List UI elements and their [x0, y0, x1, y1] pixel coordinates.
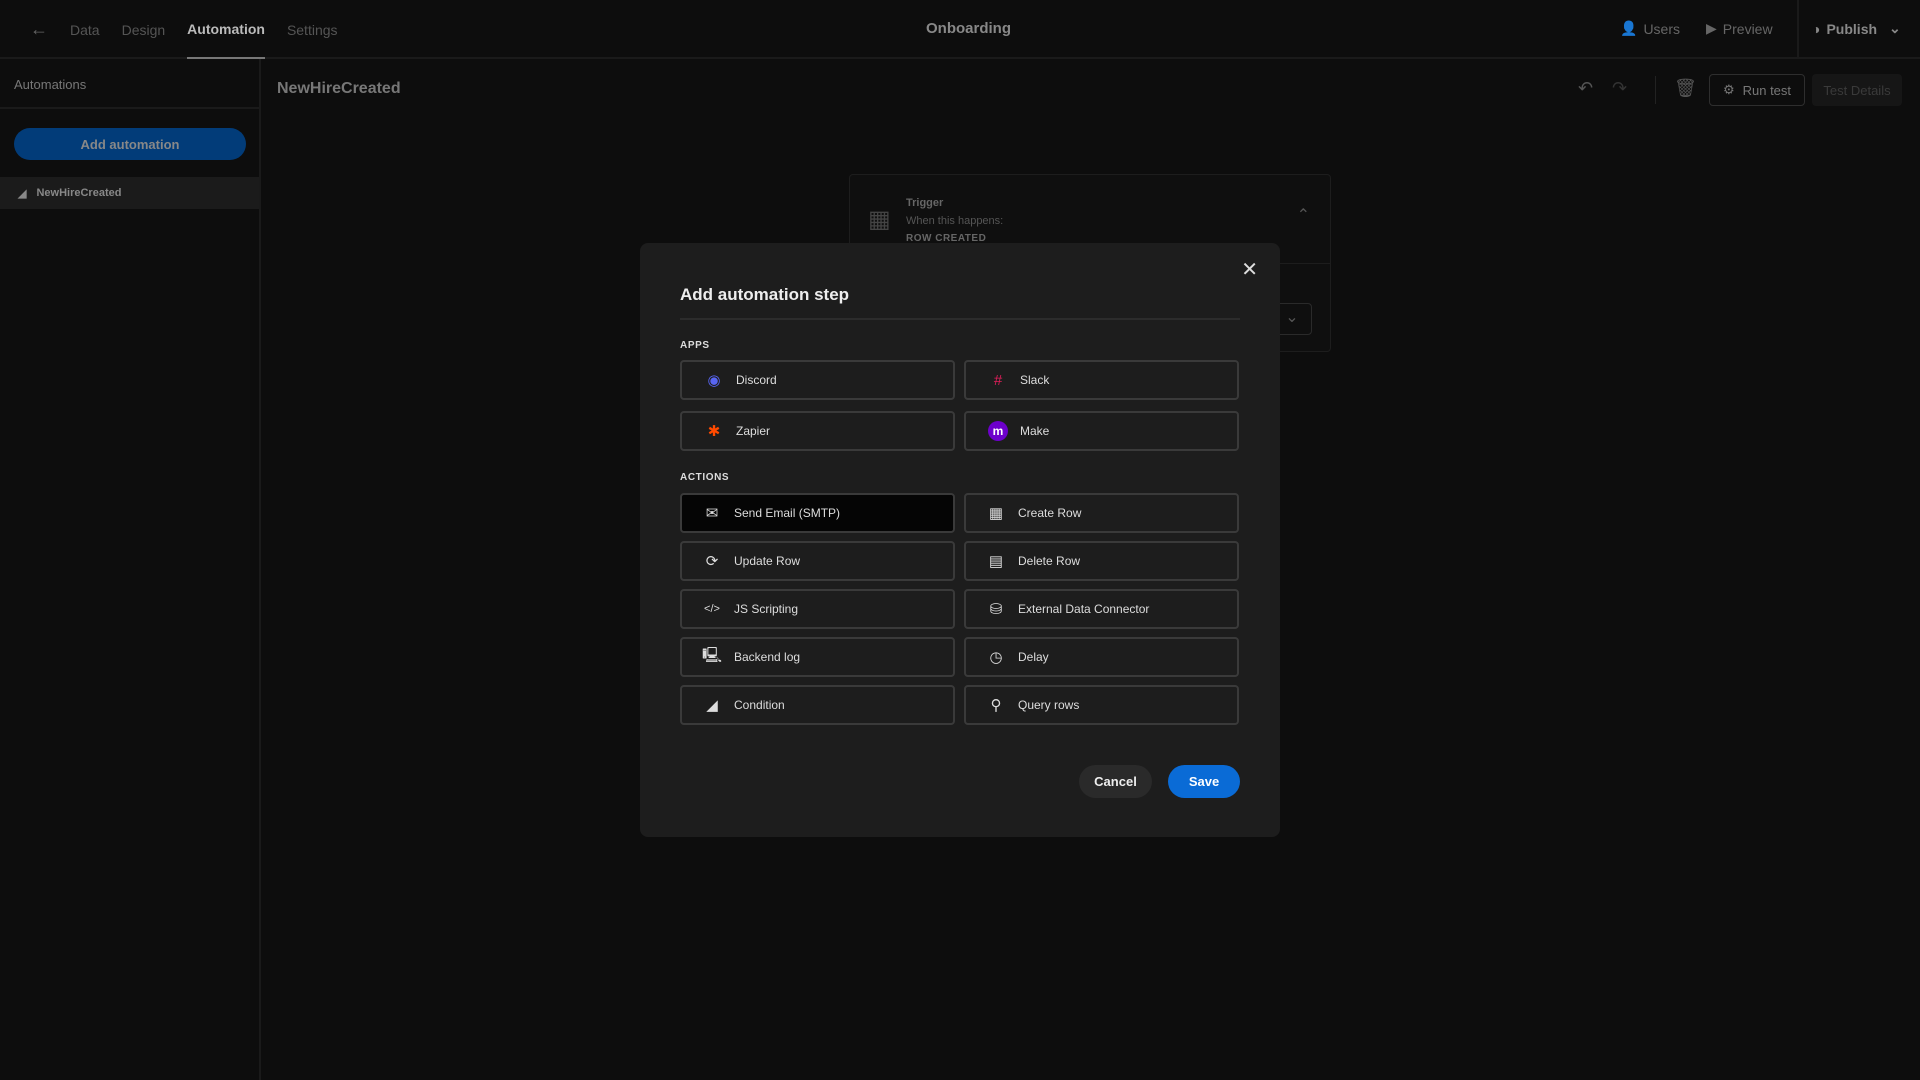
test-icon: ⚙ [1722, 82, 1735, 97]
trash-icon[interactable]: 🗑 [1674, 78, 1697, 99]
actions-label: ACTIONS [680, 472, 730, 483]
option-label: Backend log [734, 650, 801, 664]
chevron-up-icon[interactable]: ⌃ [1297, 205, 1310, 225]
redo-icon[interactable]: ↷ [1612, 78, 1627, 99]
branch-icon: ◢ [18, 187, 27, 200]
divider [1797, 0, 1799, 59]
action-option-backend-log[interactable]: 🖳 Backend log [680, 637, 955, 677]
test-details-button[interactable]: Test Details [1812, 74, 1902, 106]
option-label: Zapier [736, 424, 771, 438]
action-option-query-rows[interactable]: ⚲ Query rows [964, 685, 1239, 725]
modal-title: Add automation step [680, 285, 850, 304]
sidebar-heading: Automations [0, 59, 259, 109]
action-option-delay[interactable]: ◷ Delay [964, 637, 1239, 677]
option-label: Make [1020, 424, 1050, 438]
run-test-button[interactable]: ⚙ Run test [1709, 74, 1805, 106]
action-option-create-row[interactable]: ▦ Create Row [964, 493, 1239, 533]
option-label: Delete Row [1018, 554, 1081, 568]
app-option-slack[interactable]: # Slack [964, 360, 1239, 400]
trigger-subtitle: When this happens: [906, 215, 1004, 227]
search-icon: ⚲ [990, 697, 1002, 714]
discord-icon: ◉ [707, 372, 721, 389]
add-step-modal: ✕ Add automation step APPS ◉ Discord # Slac… [640, 243, 1280, 837]
option-label: Query rows [1018, 698, 1080, 712]
monitor-icon: 🖳 [702, 646, 723, 664]
refresh-icon: ⟳ [705, 553, 719, 570]
divider [1655, 76, 1656, 104]
chevron-down-icon: ⌄ [1889, 20, 1901, 36]
automation-name: NewHireCreated [277, 80, 401, 97]
play-icon: ▶ [1706, 20, 1717, 36]
code-icon: </> [704, 603, 720, 615]
make-icon: m [988, 421, 1008, 441]
users-button[interactable]: 👤 Users [1620, 20, 1680, 37]
option-label: JS Scripting [734, 602, 799, 616]
option-label: Delay [1018, 650, 1049, 664]
trigger-label: Trigger [906, 197, 944, 209]
option-label: Discord [736, 373, 777, 387]
save-button[interactable]: Save [1168, 765, 1240, 798]
close-icon[interactable]: ✕ [1241, 257, 1258, 282]
clock-icon: ◷ [989, 649, 1003, 666]
table-add-icon: ▦ [988, 505, 1004, 522]
action-option-js-scripting[interactable]: </> JS Scripting [680, 589, 955, 629]
cancel-button[interactable]: Cancel [1079, 765, 1152, 798]
option-label: Send Email (SMTP) [734, 506, 841, 520]
apps-label: APPS [680, 340, 710, 351]
action-option-external-data-connector[interactable]: ⛁ External Data Connector [964, 589, 1239, 629]
zapier-icon: ✱ [707, 423, 721, 440]
email-icon: ✉ [705, 505, 719, 522]
undo-icon[interactable]: ↶ [1578, 78, 1593, 99]
publish-button[interactable]: ◑ Publish ⌄ [1812, 20, 1901, 37]
add-automation-button[interactable]: Add automation [14, 128, 246, 160]
database-icon: ⛁ [989, 601, 1003, 618]
table-remove-icon: ▤ [988, 553, 1004, 570]
sidebar-item-newhirecreated[interactable]: ◢ NewHireCreated [0, 177, 259, 209]
preview-button[interactable]: ▶ Preview [1706, 20, 1773, 37]
branch-icon: ◢ [706, 697, 718, 714]
action-option-update-row[interactable]: ⟳ Update Row [680, 541, 955, 581]
divider [680, 318, 1240, 320]
option-label: Create Row [1018, 506, 1082, 520]
publish-icon: ◑ [1812, 20, 1821, 37]
table-add-icon: ▦ [868, 206, 891, 233]
action-option-condition[interactable]: ◢ Condition [680, 685, 955, 725]
option-label: Condition [734, 698, 785, 712]
users-icon: 👤 [1620, 20, 1638, 36]
option-label: External Data Connector [1018, 602, 1150, 616]
app-option-discord[interactable]: ◉ Discord [680, 360, 955, 400]
app-option-zapier[interactable]: ✱ Zapier [680, 411, 955, 451]
action-option-delete-row[interactable]: ▤ Delete Row [964, 541, 1239, 581]
app-option-make[interactable]: m Make [964, 411, 1239, 451]
top-bar: ← Data Design Automation Settings Onboar… [0, 0, 1920, 59]
slack-icon: # [993, 371, 1003, 389]
action-option-send-email-smtp[interactable]: ✉ Send Email (SMTP) [680, 493, 955, 533]
option-label: Slack [1020, 373, 1050, 387]
option-label: Update Row [734, 554, 801, 568]
sidebar: Automations Add automation ◢ NewHireCreat… [0, 59, 261, 1080]
